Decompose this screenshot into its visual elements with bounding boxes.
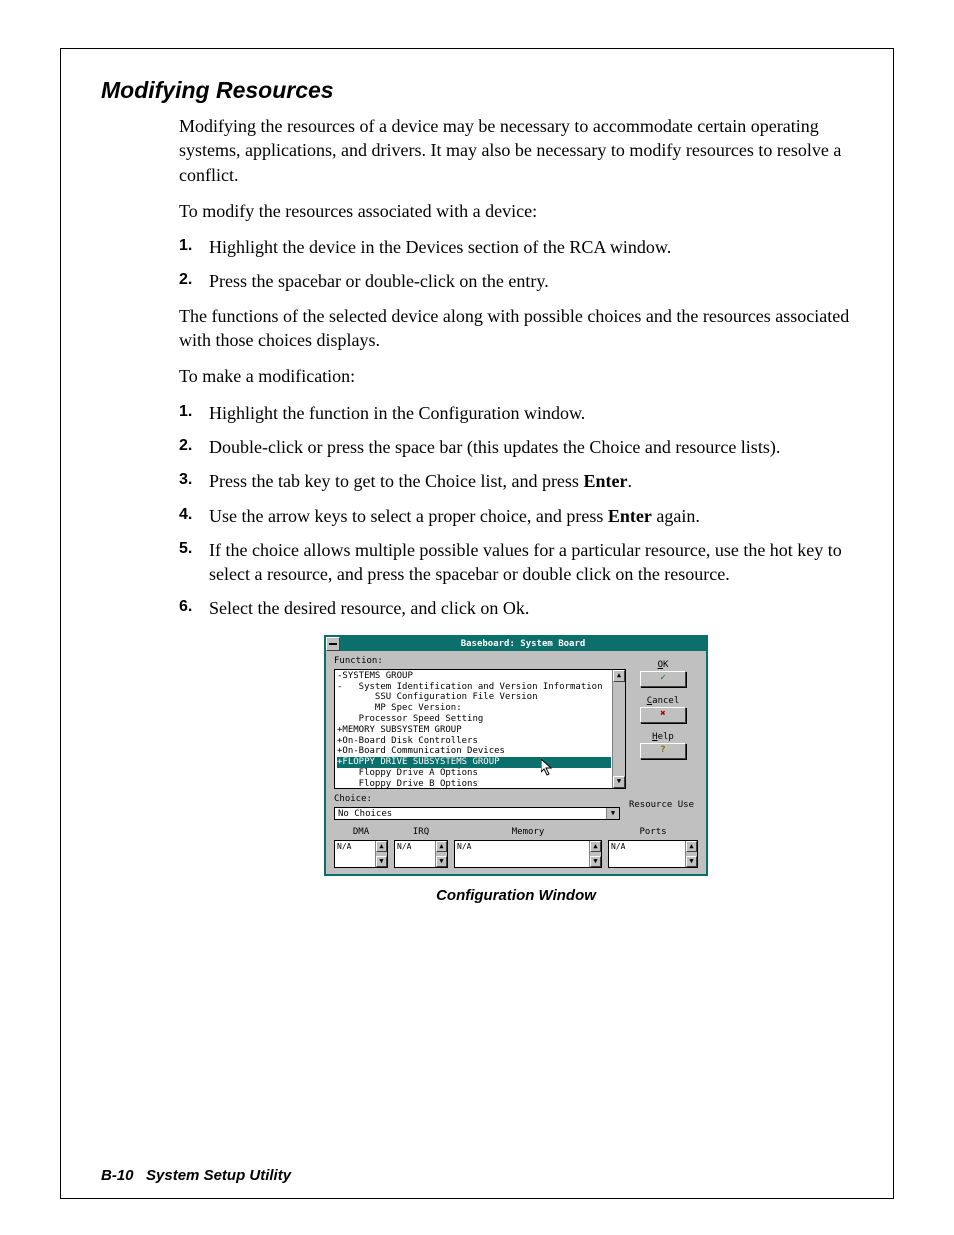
dma-label: DMA: [334, 826, 388, 838]
x-icon: ✖: [640, 707, 686, 723]
steps-list-a: 1.Highlight the device in the Devices se…: [179, 235, 853, 294]
irq-label: IRQ: [394, 826, 448, 838]
dma-listbox[interactable]: N/A ▲▼: [334, 840, 388, 868]
step-b2-text: Double-click or press the space bar (thi…: [209, 437, 780, 457]
scroll-down-icon[interactable]: ▼: [590, 856, 601, 867]
step-b3-pre: Press the tab key to get to the Choice l…: [209, 471, 583, 491]
checkmark-icon: ✓: [640, 671, 686, 687]
intro-paragraph-3: The functions of the selected device alo…: [179, 304, 853, 353]
intro-paragraph-2: To modify the resources associated with …: [179, 199, 853, 223]
irq-scrollbar[interactable]: ▲▼: [435, 841, 447, 867]
ports-listbox[interactable]: N/A ▲▼: [608, 840, 698, 868]
help-button-rest: elp: [658, 732, 674, 742]
list-item[interactable]: SSU Configuration File Version: [337, 692, 611, 703]
cancel-button-rest: ancel: [652, 696, 679, 706]
scroll-up-icon[interactable]: ▲: [590, 841, 601, 852]
function-label: Function:: [334, 655, 626, 667]
listbox-scrollbar[interactable]: ▲ ▼: [612, 670, 625, 788]
list-item[interactable]: -SYSTEMS GROUP: [337, 671, 611, 682]
dropdown-icon[interactable]: ▼: [606, 808, 619, 819]
scroll-down-icon[interactable]: ▼: [613, 776, 625, 788]
list-item[interactable]: +On-Board Communication Devices: [337, 746, 611, 757]
step-b4: 4. Use the arrow keys to select a proper…: [179, 504, 853, 528]
step-b2: 2.Double-click or press the space bar (t…: [179, 435, 853, 459]
scroll-up-icon[interactable]: ▲: [686, 841, 697, 852]
window-title: Baseboard: System Board: [340, 638, 706, 650]
section-heading: Modifying Resources: [101, 77, 857, 104]
window-titlebar: Baseboard: System Board: [326, 637, 706, 651]
step-b6: 6.Select the desired resource, and click…: [179, 596, 853, 620]
list-item[interactable]: - System Identification and Version Info…: [337, 682, 611, 693]
step-b3-bold: Enter: [583, 471, 627, 491]
irq-value: N/A: [397, 842, 411, 851]
step-a2-text: Press the spacebar or double-click on th…: [209, 271, 549, 291]
scroll-down-icon[interactable]: ▼: [436, 856, 447, 867]
list-item[interactable]: +On-Board Disk Controllers: [337, 736, 611, 747]
list-item[interactable]: Floppy Drive B Options: [337, 779, 611, 789]
scroll-down-icon[interactable]: ▼: [686, 856, 697, 867]
ok-button[interactable]: OK ✓: [640, 659, 686, 687]
list-item[interactable]: MP Spec Version:: [337, 703, 611, 714]
step-a1-text: Highlight the device in the Devices sect…: [209, 237, 671, 257]
dma-value: N/A: [337, 842, 351, 851]
list-item[interactable]: Processor Speed Setting: [337, 714, 611, 725]
steps-list-b: 1.Highlight the function in the Configur…: [179, 401, 853, 621]
step-b1: 1.Highlight the function in the Configur…: [179, 401, 853, 425]
step-b1-text: Highlight the function in the Configurat…: [209, 403, 585, 423]
list-item[interactable]: Floppy Drive A Options: [337, 768, 611, 779]
system-menu-icon[interactable]: [326, 637, 340, 651]
step-a2: 2.Press the spacebar or double-click on …: [179, 269, 853, 293]
cancel-button[interactable]: Cancel ✖: [640, 695, 686, 723]
intro-paragraph-1: Modifying the resources of a device may …: [179, 114, 853, 187]
choice-value: No Choices: [338, 809, 392, 819]
step-a1: 1.Highlight the device in the Devices se…: [179, 235, 853, 259]
step-b4-pre: Use the arrow keys to select a proper ch…: [209, 506, 608, 526]
ports-label: Ports: [608, 826, 698, 838]
choice-label: Choice:: [334, 793, 620, 805]
config-window: Baseboard: System Board Function: -SYSTE…: [324, 635, 708, 876]
help-button[interactable]: Help ?: [640, 731, 686, 759]
step-b4-bold: Enter: [608, 506, 652, 526]
step-b3-post: .: [627, 471, 632, 491]
page-footer: B-10 System Setup Utility: [101, 1167, 291, 1184]
figure-caption: Configuration Window: [179, 886, 853, 906]
ok-button-hotkey: O: [658, 660, 663, 670]
memory-listbox[interactable]: N/A ▲▼: [454, 840, 602, 868]
scroll-up-icon[interactable]: ▲: [436, 841, 447, 852]
scroll-up-icon[interactable]: ▲: [376, 841, 387, 852]
list-item[interactable]: +MEMORY SUBSYSTEM GROUP: [337, 725, 611, 736]
choice-combobox[interactable]: No Choices ▼: [334, 807, 620, 820]
step-b3: 3. Press the tab key to get to the Choic…: [179, 469, 853, 493]
ports-value: N/A: [611, 842, 625, 851]
question-icon: ?: [640, 743, 686, 759]
resource-use-label: Resource Use: [620, 799, 698, 811]
memory-scrollbar[interactable]: ▲▼: [589, 841, 601, 867]
memory-label: Memory: [454, 826, 602, 838]
step-b4-post: again.: [652, 506, 700, 526]
step-b6-text: Select the desired resource, and click o…: [209, 598, 529, 618]
irq-listbox[interactable]: N/A ▲▼: [394, 840, 448, 868]
function-listbox[interactable]: -SYSTEMS GROUP - System Identification a…: [334, 669, 626, 789]
scroll-down-icon[interactable]: ▼: [376, 856, 387, 867]
memory-value: N/A: [457, 842, 471, 851]
dma-scrollbar[interactable]: ▲▼: [375, 841, 387, 867]
scroll-up-icon[interactable]: ▲: [613, 670, 625, 682]
ports-scrollbar[interactable]: ▲▼: [685, 841, 697, 867]
list-item-selected[interactable]: +FLOPPY DRIVE SUBSYSTEMS GROUP: [337, 757, 611, 768]
page-number: B-10: [101, 1167, 134, 1184]
step-b5-text: If the choice allows multiple possible v…: [209, 540, 842, 584]
intro-paragraph-4: To make a modification:: [179, 364, 853, 388]
footer-title: System Setup Utility: [146, 1167, 291, 1184]
step-b5: 5.If the choice allows multiple possible…: [179, 538, 853, 587]
